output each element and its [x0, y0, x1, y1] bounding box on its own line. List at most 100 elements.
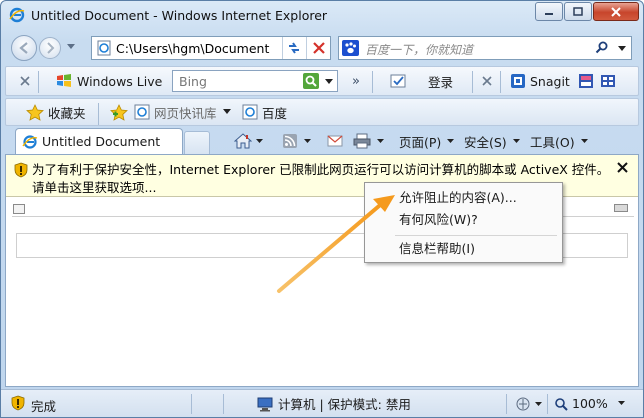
stop-icon — [313, 42, 325, 54]
safety-menu-button[interactable]: 安全(S) — [464, 130, 520, 152]
address-text: C:\Users\hgm\Document — [116, 41, 270, 56]
checkbox-note-icon — [390, 74, 406, 88]
page-placeholder-box — [13, 204, 25, 214]
page-menu-button[interactable]: 页面(P) — [399, 130, 455, 152]
close-window-button[interactable] — [593, 2, 639, 21]
menu-item-what-is-the-risk[interactable]: 有何风险(W)? — [367, 209, 560, 231]
read-mail-button[interactable] — [327, 130, 343, 152]
maximize-button[interactable] — [564, 2, 592, 21]
toolbar-separator — [472, 71, 473, 93]
security-shield-icon — [11, 395, 25, 411]
close-icon — [611, 6, 621, 17]
login-label: 登录 — [428, 74, 454, 90]
recent-pages-dropdown-icon[interactable] — [67, 44, 75, 50]
bing-placeholder: Bing — [179, 74, 207, 89]
login-button[interactable]: 登录 — [390, 67, 453, 95]
change-status-button[interactable] — [515, 394, 542, 414]
windows-flag-icon — [57, 74, 71, 87]
status-separator — [506, 394, 507, 414]
status-separator — [547, 394, 548, 414]
menu-item-information-bar-help[interactable]: 信息栏帮助(I) — [367, 238, 560, 260]
tools-menu-label: 工具(O) — [530, 134, 575, 150]
ie-logo-icon — [9, 7, 25, 23]
status-text: 完成 — [31, 399, 57, 414]
baidu-link[interactable]: 百度 — [242, 99, 287, 125]
chevron-down-icon — [256, 138, 263, 143]
back-button[interactable] — [11, 35, 37, 61]
security-zone-label: 计算机 | 保护模式: 禁用 — [278, 397, 411, 412]
tab-untitled-document[interactable]: Untitled Document — [15, 128, 183, 154]
zoom-level: 100% — [572, 396, 608, 411]
search-options-dropdown-icon[interactable] — [618, 46, 626, 52]
toolbar-separator — [98, 103, 99, 125]
minimize-icon — [545, 12, 553, 15]
ie-page-icon — [134, 104, 150, 120]
home-button[interactable] — [234, 130, 263, 152]
new-tab-button[interactable] — [184, 131, 210, 154]
zoom-control[interactable]: 100% — [554, 396, 625, 411]
baidu-paw-icon — [342, 40, 359, 56]
library-icon — [601, 75, 615, 87]
toolbar-overflow-chevron[interactable]: » — [352, 67, 360, 95]
snagit-label: Snagit — [530, 73, 570, 89]
close-toolbar-button[interactable] — [482, 67, 492, 95]
back-arrow-icon — [19, 42, 28, 54]
search-placeholder: 百度一下，你就知道 — [365, 43, 474, 57]
status-bar: 完成 计算机 | 保护模式: 禁用 100% — [1, 389, 643, 417]
bing-search-field[interactable]: Bing — [172, 70, 338, 92]
windows-live-button[interactable]: Windows Live — [56, 67, 162, 95]
favorites-button[interactable]: 收藏夹 — [26, 99, 86, 125]
snagit-capture-button[interactable] — [578, 67, 594, 95]
earth-settings-icon — [516, 397, 530, 411]
security-zone[interactable]: 计算机 | 保护模式: 禁用 — [256, 394, 411, 413]
security-shield-icon — [14, 162, 28, 178]
chevron-down-icon — [580, 138, 588, 143]
bing-search-go-button[interactable] — [303, 73, 319, 89]
minimize-button[interactable] — [535, 2, 563, 21]
chevron-down-icon — [535, 401, 542, 406]
information-bar-menu: 允许阻止的内容(A)... 有何风险(W)? 信息栏帮助(I) — [364, 182, 563, 263]
forward-arrow-icon — [47, 42, 55, 54]
snagit-library-button[interactable] — [600, 67, 616, 95]
chevron-down-icon — [377, 138, 384, 143]
close-toolbar-button[interactable] — [20, 67, 30, 95]
search-icon[interactable] — [595, 41, 609, 55]
toolbar-separator — [500, 71, 501, 93]
forward-button[interactable] — [39, 37, 61, 59]
tab-label: Untitled Document — [42, 134, 161, 149]
print-button[interactable] — [353, 130, 384, 152]
chevron-down-icon — [304, 138, 311, 143]
capture-icon — [579, 74, 593, 88]
web-slice-gallery-button[interactable]: 网页快讯库 — [134, 99, 231, 125]
page-icon — [97, 40, 111, 56]
status-separator — [223, 394, 224, 414]
add-to-favorites-bar-button[interactable] — [110, 99, 128, 125]
menu-separator — [395, 235, 557, 236]
ie-page-icon — [242, 104, 258, 120]
browser-window: Untitled Document - Windows Internet Exp… — [0, 0, 644, 418]
web-slice-gallery-label: 网页快讯库 — [154, 105, 217, 121]
zoom-icon — [555, 397, 568, 411]
maximize-icon — [573, 6, 583, 16]
computer-icon — [257, 397, 273, 411]
tools-menu-button[interactable]: 工具(O) — [530, 130, 588, 152]
menu-item-allow-blocked-content[interactable]: 允许阻止的内容(A)... — [367, 187, 560, 209]
toolbar-separator — [38, 71, 39, 93]
stop-button[interactable] — [306, 37, 330, 59]
snagit-button[interactable]: Snagit — [510, 67, 570, 95]
close-icon[interactable] — [617, 162, 628, 173]
feeds-button[interactable] — [282, 130, 311, 152]
favorites-label: 收藏夹 — [48, 105, 86, 121]
search-box[interactable]: 百度一下，你就知道 — [338, 36, 632, 60]
refresh-button[interactable] — [282, 37, 304, 59]
add-favorite-star-icon — [110, 103, 128, 121]
baidu-label: 百度 — [262, 105, 288, 121]
links-toolbar: Windows Live Bing » 登录 Snagit — [5, 66, 639, 96]
close-icon — [482, 76, 492, 86]
page-placeholder-box — [614, 204, 628, 212]
bing-dropdown-icon[interactable] — [325, 79, 333, 85]
chevron-down-icon — [512, 138, 520, 143]
safety-menu-label: 安全(S) — [464, 134, 507, 150]
rss-feed-icon — [283, 134, 297, 148]
window-title: Untitled Document - Windows Internet Exp… — [31, 8, 328, 23]
